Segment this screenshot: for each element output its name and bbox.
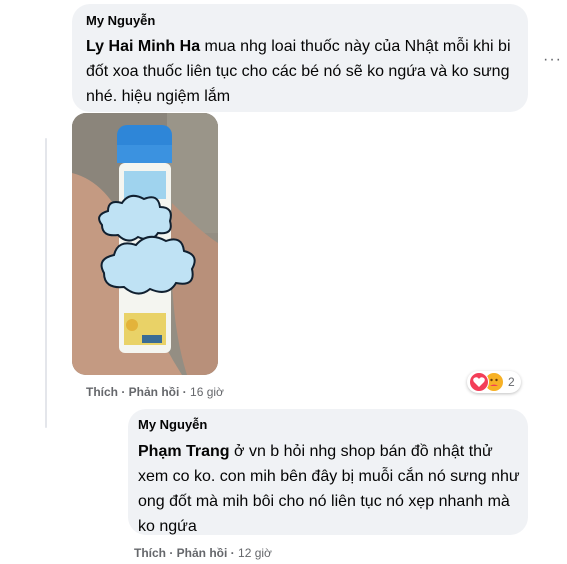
more-options-icon[interactable]: ··· xyxy=(543,51,562,69)
comment-actions: Thích · Phản hồi · 16 giờ xyxy=(86,385,224,399)
reply-actions: Thích · Phản hồi · 12 giờ xyxy=(134,546,272,560)
like-link[interactable]: Thích xyxy=(86,385,118,399)
comment-author[interactable]: My Nguyễn xyxy=(86,13,155,28)
separator: · xyxy=(179,385,191,399)
thread-line xyxy=(45,138,47,428)
mentioned-user[interactable]: Phạm Trang xyxy=(138,443,230,460)
timestamp[interactable]: 16 giờ xyxy=(190,385,224,399)
photo-illustration xyxy=(72,113,218,375)
like-link[interactable]: Thích xyxy=(134,546,166,560)
timestamp[interactable]: 12 giờ xyxy=(238,546,272,560)
reply-link[interactable]: Phản hồi xyxy=(177,546,228,560)
comment-bubble: My Nguyễn Ly Hai Minh Ha mua nhg loai th… xyxy=(72,4,528,112)
comment-author[interactable]: My Nguyễn xyxy=(138,417,207,432)
comment-text: Phạm Trang ở vn b hỏi nhg shop bán đồ nh… xyxy=(138,439,524,539)
separator: · xyxy=(166,546,177,560)
comment-text: Ly Hai Minh Ha mua nhg loai thuốc này củ… xyxy=(86,34,518,109)
comment-photo[interactable] xyxy=(72,113,218,375)
reaction-count: 2 xyxy=(508,375,515,389)
mentioned-user[interactable]: Ly Hai Minh Ha xyxy=(86,38,200,55)
reply-link[interactable]: Phản hồi xyxy=(129,385,180,399)
reaction-summary[interactable]: 2 xyxy=(467,371,521,393)
separator: · xyxy=(118,385,129,399)
separator: · xyxy=(227,546,239,560)
heart-icon xyxy=(469,372,489,392)
reply-bubble: My Nguyễn Phạm Trang ở vn b hỏi nhg shop… xyxy=(128,409,528,535)
